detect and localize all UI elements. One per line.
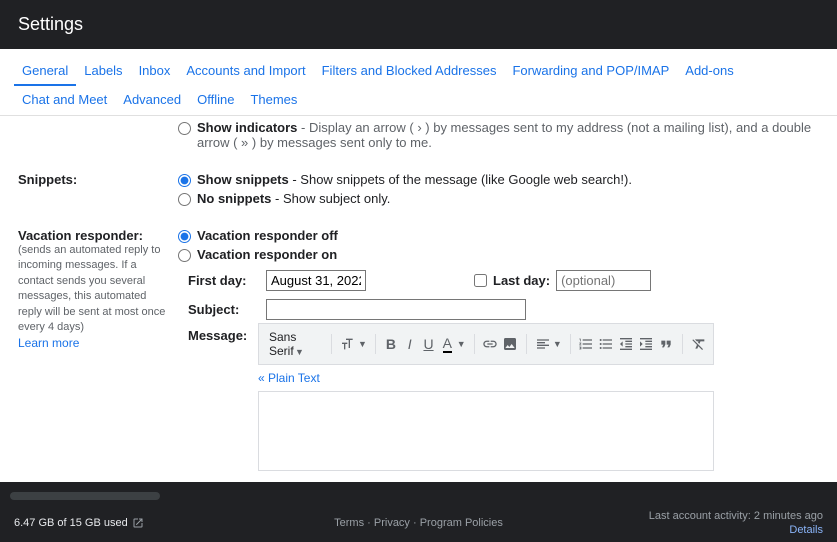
footer-links: Terms · Privacy · Program Policies [334, 517, 503, 529]
settings-tabs: General Labels Inbox Accounts and Import… [0, 49, 837, 116]
no-snippets-radio[interactable] [178, 193, 191, 206]
indicators-text: Show indicators - Display an arrow ( › )… [197, 120, 819, 150]
contacts-only-label: Only send a response to people in my Con… [277, 481, 570, 482]
message-label: Message: [188, 328, 258, 343]
underline-icon[interactable]: U [421, 332, 436, 356]
account-activity: Last account activity: 2 minutes ago [649, 510, 823, 522]
storage-usage[interactable]: 6.47 GB of 15 GB used [14, 517, 144, 529]
plain-text-link[interactable]: « Plain Text [258, 371, 819, 385]
indent-more-icon[interactable] [638, 332, 654, 356]
settings-body: Show indicators - Display an arrow ( › )… [0, 116, 837, 482]
window-title: Settings [0, 0, 837, 49]
link-icon[interactable] [482, 332, 498, 356]
first-day-label: First day: [188, 273, 258, 288]
indicators-radio[interactable] [178, 122, 191, 135]
tab-filters[interactable]: Filters and Blocked Addresses [314, 57, 505, 86]
no-snippets-label: No snippets - Show subject only. [197, 191, 390, 206]
last-day-input[interactable] [556, 270, 651, 291]
indent-less-icon[interactable] [618, 332, 634, 356]
bulleted-list-icon[interactable] [598, 332, 614, 356]
tab-chat[interactable]: Chat and Meet [14, 86, 115, 115]
tab-labels[interactable]: Labels [76, 57, 130, 86]
font-size-icon[interactable] [340, 332, 356, 356]
italic-icon[interactable]: I [402, 332, 417, 356]
last-day-label: Last day: [493, 273, 550, 288]
vacation-label: Vacation responder: [18, 228, 168, 243]
horizontal-scrollbar[interactable] [10, 492, 160, 500]
tab-themes[interactable]: Themes [242, 86, 305, 115]
font-select[interactable]: Sans Serif ▼ [265, 328, 323, 360]
open-in-new-icon [132, 517, 144, 529]
subject-label: Subject: [188, 302, 258, 317]
tab-offline[interactable]: Offline [189, 86, 242, 115]
tab-advanced[interactable]: Advanced [115, 86, 189, 115]
show-snippets-label: Show snippets - Show snippets of the mes… [197, 172, 632, 187]
message-editor[interactable] [258, 391, 714, 471]
snippets-label: Snippets: [18, 172, 77, 187]
vacation-on-radio[interactable] [178, 249, 191, 262]
show-snippets-radio[interactable] [178, 174, 191, 187]
tab-addons[interactable]: Add-ons [677, 57, 741, 86]
vacation-off-radio[interactable] [178, 230, 191, 243]
align-icon[interactable] [535, 332, 551, 356]
privacy-link[interactable]: Privacy [374, 517, 410, 529]
align-dropdown[interactable]: ▼ [553, 339, 562, 349]
vacation-off-label: Vacation responder off [197, 228, 338, 243]
learn-more-link[interactable]: Learn more [18, 336, 79, 350]
text-color-icon[interactable]: A [440, 332, 455, 356]
tab-forwarding[interactable]: Forwarding and POP/IMAP [504, 57, 677, 86]
vacation-on-label: Vacation responder on [197, 247, 337, 262]
tab-general[interactable]: General [14, 57, 76, 86]
remove-formatting-icon[interactable] [691, 332, 707, 356]
last-day-checkbox[interactable] [474, 274, 487, 287]
tab-inbox[interactable]: Inbox [131, 57, 179, 86]
terms-link[interactable]: Terms [334, 517, 364, 529]
vacation-desc: (sends an automated reply to incoming me… [18, 243, 168, 335]
tab-accounts[interactable]: Accounts and Import [178, 57, 313, 86]
numbered-list-icon[interactable] [578, 332, 594, 356]
bold-icon[interactable]: B [384, 332, 399, 356]
image-icon[interactable] [502, 332, 518, 356]
quote-icon[interactable] [658, 332, 674, 356]
first-day-input[interactable] [266, 270, 366, 291]
text-color-dropdown[interactable]: ▼ [457, 339, 466, 349]
details-link[interactable]: Details [649, 524, 823, 536]
subject-input[interactable] [266, 299, 526, 320]
policies-link[interactable]: Program Policies [420, 517, 503, 529]
formatting-toolbar: Sans Serif ▼ ▼ B I U A ▼ [258, 323, 714, 365]
font-size-dropdown[interactable]: ▼ [358, 339, 367, 349]
